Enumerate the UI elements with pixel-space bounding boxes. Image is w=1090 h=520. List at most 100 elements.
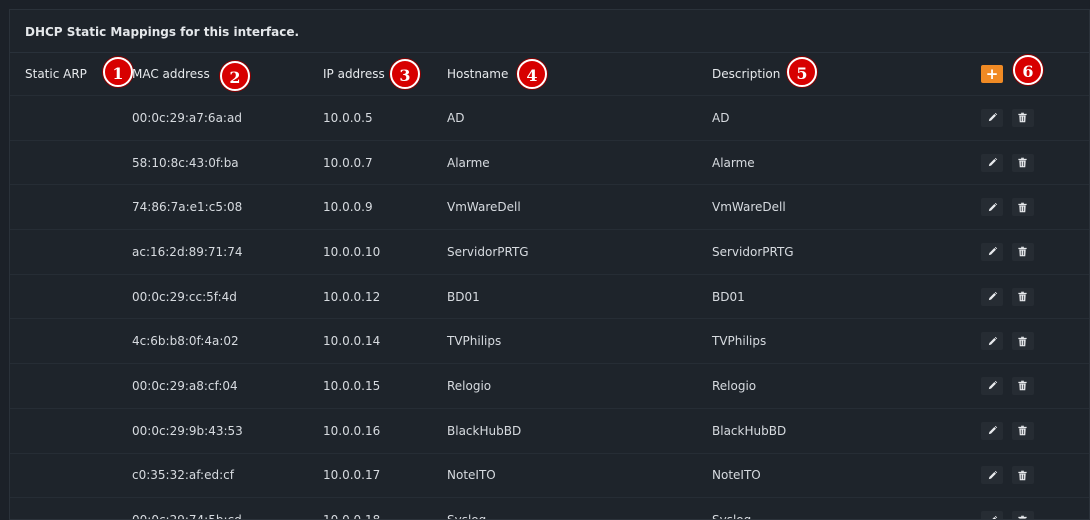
description-cell: BD01: [712, 274, 977, 320]
description-cell: Syslog: [712, 497, 977, 519]
description-cell: AD: [712, 95, 977, 141]
delete-button[interactable]: [1011, 376, 1034, 395]
edit-button[interactable]: [981, 287, 1003, 306]
pencil-icon: [988, 470, 997, 480]
trash-icon: [1018, 113, 1027, 123]
row-actions: [977, 140, 1089, 186]
mac-cell: 74:86:7a:e1:c5:08: [132, 184, 323, 231]
table-row[interactable]: 58:10:8c:43:0f:ba 10.0.0.7 Alarme Alarme: [10, 140, 1089, 186]
edit-button[interactable]: [981, 108, 1003, 127]
trash-icon: [1018, 425, 1027, 436]
ip-cell: 10.0.0.7: [323, 140, 447, 186]
delete-button[interactable]: [1011, 466, 1034, 485]
pencil-icon: [988, 113, 997, 122]
row-actions: [977, 408, 1089, 454]
table-row[interactable]: 00:0c:29:cc:5f:4d 10.0.0.12 BD01 BD01: [10, 274, 1089, 320]
description-cell: ServidorPRTG: [712, 229, 977, 275]
description-cell: NoteITO: [712, 453, 977, 499]
callout-badge-6: 6: [1013, 54, 1043, 85]
callout-badge-4: 4: [517, 59, 547, 89]
ip-cell: 10.0.0.10: [323, 229, 447, 275]
delete-button[interactable]: [1011, 108, 1034, 127]
edit-button[interactable]: [981, 421, 1003, 440]
table-row[interactable]: 74:86:7a:e1:c5:08 10.0.0.9 VmWareDell Vm…: [10, 184, 1089, 231]
header-static-arp: Static ARP 1: [10, 53, 133, 96]
edit-button[interactable]: [981, 242, 1003, 261]
mac-cell: 00:0c:29:9b:43:53: [132, 408, 323, 454]
ip-cell: 10.0.0.17: [323, 453, 447, 499]
header-ip-address: IP address 3: [323, 53, 447, 96]
ip-cell: 10.0.0.18: [323, 497, 447, 519]
table-row[interactable]: 00:0c:29:9b:43:53 10.0.0.16 BlackHubBD B…: [10, 408, 1089, 454]
ip-cell: 10.0.0.16: [323, 408, 447, 454]
mac-cell: 00:0c:29:a7:6a:ad: [132, 95, 323, 141]
pencil-icon: [988, 247, 997, 256]
hostname-cell: AD: [447, 95, 712, 141]
static-arp-cell: [10, 229, 132, 275]
static-arp-cell: [10, 274, 132, 320]
pencil-icon: [988, 425, 997, 435]
delete-button[interactable]: [1011, 511, 1034, 519]
pencil-icon: [988, 157, 997, 167]
header-mac-address: MAC address 2: [132, 53, 323, 96]
static-arp-cell: [10, 453, 132, 499]
table-row[interactable]: c0:35:32:af:ed:cf 10.0.0.17 NoteITO Note…: [10, 453, 1089, 499]
add-mapping-button[interactable]: +: [981, 65, 1003, 83]
mac-cell: c0:35:32:af:ed:cf: [132, 453, 323, 499]
header-actions: + 6: [977, 53, 1089, 96]
description-cell: Alarme: [712, 140, 977, 186]
trash-icon: [1018, 291, 1027, 302]
static-arp-cell: [10, 95, 132, 141]
edit-button[interactable]: [981, 198, 1003, 217]
delete-button[interactable]: [1011, 153, 1034, 172]
delete-button[interactable]: [1011, 332, 1034, 351]
trash-icon: [1018, 247, 1027, 257]
hostname-cell: NoteITO: [447, 453, 712, 499]
static-arp-cell: [10, 184, 132, 231]
row-actions: [977, 274, 1089, 320]
mac-cell: 00:0c:29:a8:cf:04: [132, 363, 323, 409]
static-mappings-table: Static ARP 1 MAC address 2 IP address 3 …: [10, 53, 1089, 519]
row-actions: [977, 497, 1089, 519]
hostname-cell: ServidorPRTG: [447, 229, 712, 275]
trash-icon: [1018, 202, 1027, 212]
edit-button[interactable]: [981, 466, 1003, 485]
mac-cell: 00:0c:29:cc:5f:4d: [132, 274, 323, 320]
table-row[interactable]: 00:0c:29:a8:cf:04 10.0.0.15 Relogio Relo…: [10, 363, 1089, 409]
static-arp-cell: [10, 140, 132, 186]
trash-icon: [1018, 470, 1027, 481]
ip-cell: 10.0.0.14: [323, 318, 447, 365]
static-arp-cell: [10, 408, 132, 454]
delete-button[interactable]: [1011, 421, 1034, 440]
row-actions: [977, 453, 1089, 499]
delete-button[interactable]: [1011, 287, 1034, 306]
trash-icon: [1018, 336, 1027, 347]
pencil-icon: [988, 202, 997, 211]
edit-button[interactable]: [981, 376, 1003, 395]
edit-button[interactable]: [981, 332, 1003, 351]
hostname-cell: BD01: [447, 274, 712, 320]
ip-cell: 10.0.0.5: [323, 95, 447, 141]
edit-button[interactable]: [981, 511, 1003, 519]
delete-button[interactable]: [1011, 242, 1034, 261]
table-row[interactable]: 4c:6b:b8:0f:4a:02 10.0.0.14 TVPhilips TV…: [10, 318, 1089, 365]
edit-button[interactable]: [981, 153, 1003, 172]
callout-badge-3: 3: [390, 59, 420, 89]
description-cell: TVPhilips: [712, 318, 977, 365]
description-cell: BlackHubBD: [712, 408, 977, 454]
pencil-icon: [988, 381, 997, 390]
hostname-cell: Alarme: [447, 140, 712, 186]
table-row[interactable]: 00:0c:29:74:5b:cd 10.0.0.18 Syslog Syslo…: [10, 497, 1089, 519]
table-row[interactable]: ac:16:2d:89:71:74 10.0.0.10 ServidorPRTG…: [10, 229, 1089, 275]
panel-title: DHCP Static Mappings for this interface.: [10, 10, 1089, 53]
row-actions: [977, 363, 1089, 409]
trash-icon: [1018, 515, 1027, 519]
trash-icon: [1018, 381, 1027, 391]
description-cell: VmWareDell: [712, 184, 977, 231]
delete-button[interactable]: [1011, 198, 1034, 217]
trash-icon: [1018, 157, 1027, 168]
table-row[interactable]: 00:0c:29:a7:6a:ad 10.0.0.5 AD AD: [10, 95, 1089, 141]
pencil-icon: [991, 515, 997, 519]
callout-badge-5: 5: [787, 57, 817, 87]
ip-cell: 10.0.0.15: [323, 363, 447, 409]
